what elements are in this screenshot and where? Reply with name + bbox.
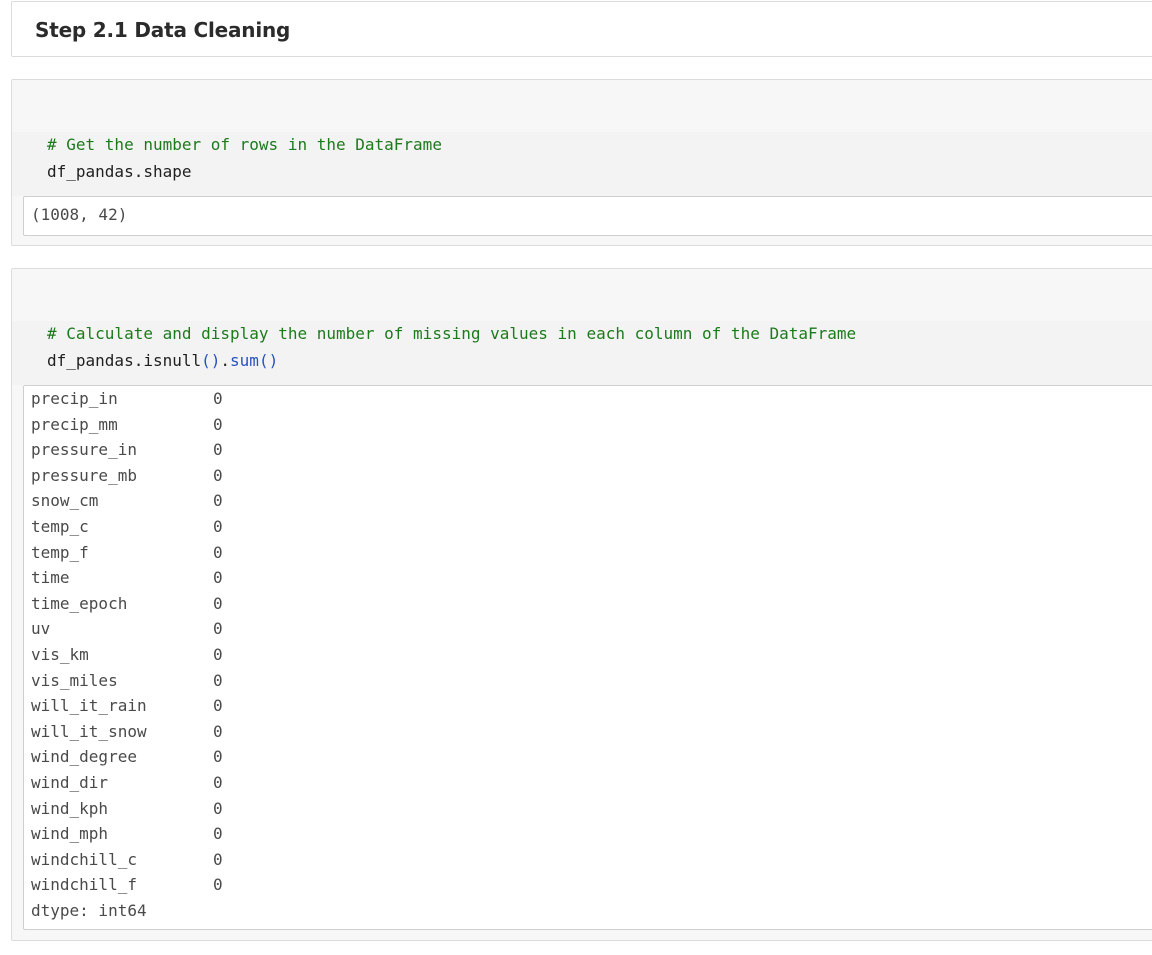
code-paren: () [258, 351, 279, 370]
code-dot: . [220, 351, 231, 370]
code-statement: df_pandas.isnull().sum() [47, 351, 278, 370]
missing-count: 0 [213, 670, 223, 690]
code-editor[interactable]: # Get the number of rows in the DataFram… [12, 132, 1152, 196]
missing-count: 0 [213, 542, 223, 562]
missing-count: 0 [213, 645, 223, 664]
missing-count: 0 [213, 721, 223, 741]
missing-count: 0 [213, 517, 223, 536]
missing-count: 0 [213, 798, 223, 818]
cell-output: precip_in 0 precip_mm 0 pressure_in 0 pressure… [23, 385, 1152, 930]
markdown-cell[interactable]: Step 2.1 Data Cleaning [11, 1, 1152, 57]
missing-count: 0 [213, 824, 223, 844]
code-cell-shape[interactable]: # Get the number of rows in the DataFram… [11, 79, 1152, 246]
column-name: vis_miles [31, 670, 118, 690]
code-cell-isnull[interactable]: # Calculate and display the number of mi… [11, 268, 1152, 941]
missing-count: 0 [213, 747, 223, 767]
column-name: windchill_c [31, 849, 137, 869]
column-name: time [31, 568, 70, 588]
missing-count: 0 [213, 465, 223, 485]
cell-output: (1008, 42) [23, 196, 1152, 236]
missing-count: 0 [213, 491, 223, 511]
column-name: windchill_f [31, 875, 137, 895]
notebook-page: Step 2.1 Data Cleaning # Get the number … [0, 0, 1152, 955]
column-name: will_it_snow [31, 721, 147, 741]
column-name: will_it_rain [31, 696, 147, 716]
column-name: time_epoch [31, 593, 128, 613]
missing-count: 0 [213, 875, 223, 895]
column-name: precip_mm [31, 414, 118, 434]
column-name: precip_in [31, 389, 118, 408]
missing-count: 0 [213, 440, 223, 460]
missing-count: 0 [213, 773, 223, 792]
code-prefix: df_pandas.isnull [47, 351, 202, 370]
missing-count: 0 [213, 619, 223, 639]
code-comment: # Get the number of rows in the DataFram… [47, 135, 442, 154]
column-name: wind_degree [31, 747, 137, 767]
missing-count: 0 [213, 849, 223, 869]
column-name: vis_km [31, 645, 89, 664]
missing-count: 0 [213, 389, 223, 408]
column-name: uv [31, 619, 51, 639]
code-editor[interactable]: # Calculate and display the number of mi… [12, 321, 1152, 385]
section-heading: Step 2.1 Data Cleaning [35, 18, 291, 42]
column-name: wind_dir [31, 773, 109, 792]
missing-count: 0 [213, 593, 223, 613]
column-name: pressure_mb [31, 465, 137, 485]
output-text: (1008, 42) [31, 205, 128, 224]
code-comment: # Calculate and display the number of mi… [47, 324, 857, 343]
cell-toolbar-area [12, 80, 1152, 132]
missing-count: 0 [213, 696, 223, 716]
dtype-line: dtype: int64 [31, 901, 147, 920]
code-paren: () [201, 351, 221, 370]
column-name: snow_cm [31, 491, 99, 511]
missing-count: 0 [213, 414, 223, 434]
column-name: temp_f [31, 542, 89, 562]
code-statement: df_pandas.shape [47, 162, 192, 181]
code-method: sum [230, 351, 259, 370]
column-name: temp_c [31, 517, 89, 536]
column-name: pressure_in [31, 440, 137, 460]
column-name: wind_kph [31, 798, 109, 818]
missing-count: 0 [213, 568, 223, 588]
column-name: wind_mph [31, 824, 109, 844]
cell-toolbar-area [12, 269, 1152, 321]
